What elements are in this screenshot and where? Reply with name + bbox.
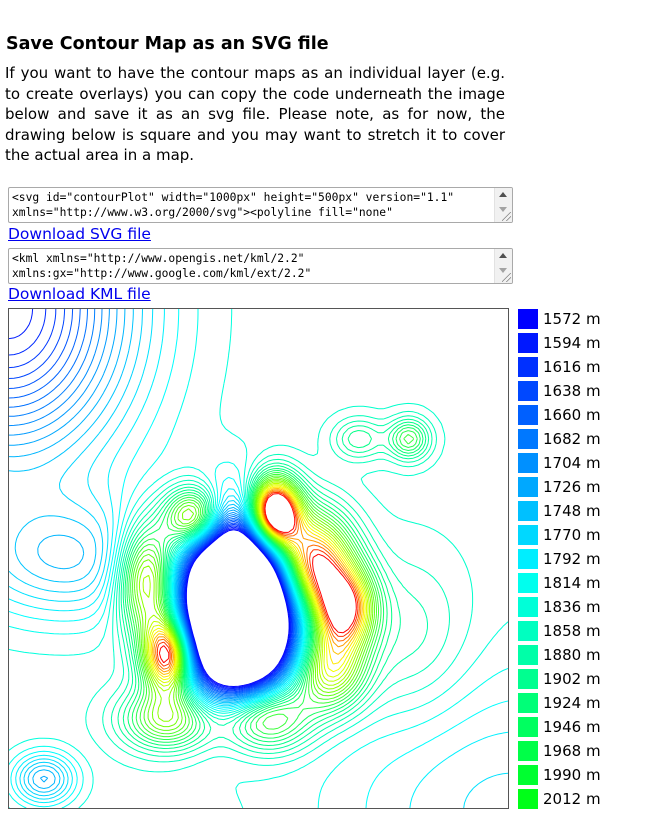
legend-item: 1572 m (518, 308, 658, 332)
legend-swatch (518, 525, 538, 545)
legend-item: 2012 m (518, 788, 658, 812)
kml-code-text: <kml xmlns="http://www.opengis.net/kml/2… (12, 251, 492, 281)
contour-line (9, 309, 508, 808)
legend-swatch (518, 477, 538, 497)
svg-code-text: <svg id="contourPlot" width="1000px" hei… (12, 190, 492, 220)
legend-label: 1572 m (543, 310, 601, 328)
legend-swatch (518, 597, 538, 617)
legend-swatch (518, 693, 538, 713)
legend-label: 1814 m (543, 574, 601, 592)
legend-swatch (518, 621, 538, 641)
legend-label: 1594 m (543, 334, 601, 352)
legend-swatch (518, 669, 538, 689)
legend-item: 1638 m (518, 380, 658, 404)
contour-line (9, 309, 301, 793)
intro-paragraph: If you want to have the contour maps as … (5, 64, 505, 164)
legend-label: 1638 m (543, 382, 601, 400)
legend-label: 1792 m (543, 550, 601, 568)
legend-swatch (518, 765, 538, 785)
contour-plot (8, 308, 509, 809)
legend-swatch (518, 405, 538, 425)
legend-label: 1990 m (543, 766, 601, 784)
kml-code-line-2: xmlns:gx="http://www.google.com/kml/ext/… (12, 267, 312, 280)
legend-item: 1836 m (518, 596, 658, 620)
legend-label: 1946 m (543, 718, 601, 736)
download-svg-link[interactable]: Download SVG file (8, 225, 151, 243)
legend-item: 1748 m (518, 500, 658, 524)
contour-line (102, 410, 450, 763)
legend-item: 1902 m (518, 668, 658, 692)
legend-item: 1682 m (518, 428, 658, 452)
svg-code-textarea[interactable]: <svg id="contourPlot" width="1000px" hei… (8, 187, 513, 223)
svg-code-line-1: <svg id="contourPlot" width="1000px" hei… (12, 191, 455, 204)
legend-swatch (518, 381, 538, 401)
legend-item: 1726 m (518, 476, 658, 500)
legend-swatch (518, 717, 538, 737)
contour-line (9, 309, 508, 808)
legend-item: 1946 m (518, 716, 658, 740)
legend-item: 1704 m (518, 452, 658, 476)
legend-label: 2012 m (543, 790, 601, 808)
scroll-up-arrow-icon[interactable] (499, 253, 507, 258)
legend-swatch (518, 333, 538, 353)
legend-label: 1726 m (543, 478, 601, 496)
legend-item: 1990 m (518, 764, 658, 788)
download-kml-link[interactable]: Download KML file (8, 285, 151, 303)
contour-plot-svg (9, 309, 508, 808)
legend-label: 1704 m (543, 454, 601, 472)
legend-label: 1836 m (543, 598, 601, 616)
legend-swatch (518, 573, 538, 593)
legend-item: 1770 m (518, 524, 658, 548)
legend-label: 1770 m (543, 526, 601, 544)
legend-item: 1880 m (518, 644, 658, 668)
resize-grip-icon[interactable] (502, 212, 511, 221)
legend-item: 1792 m (518, 548, 658, 572)
kml-code-line-1: <kml xmlns="http://www.opengis.net/kml/2… (12, 252, 305, 265)
svg-code-line-2: xmlns="http://www.w3.org/2000/svg"><poly… (12, 206, 393, 219)
legend-swatch (518, 453, 538, 473)
legend-label: 1660 m (543, 406, 601, 424)
legend-swatch (518, 357, 538, 377)
legend-item: 1616 m (518, 356, 658, 380)
legend-swatch (518, 645, 538, 665)
legend-item: 1858 m (518, 620, 658, 644)
legend-item: 1924 m (518, 692, 658, 716)
legend-swatch (518, 309, 538, 329)
legend-swatch (518, 429, 538, 449)
contour-line (9, 309, 302, 797)
legend-label: 1924 m (543, 694, 601, 712)
legend-label: 1858 m (543, 622, 601, 640)
kml-code-textarea[interactable]: <kml xmlns="http://www.opengis.net/kml/2… (8, 248, 513, 284)
legend-swatch (518, 501, 538, 521)
legend-item: 1594 m (518, 332, 658, 356)
legend-swatch (518, 789, 538, 809)
legend-label: 1902 m (543, 670, 601, 688)
legend-item: 1660 m (518, 404, 658, 428)
legend-label: 1682 m (543, 430, 601, 448)
contour-line (9, 309, 508, 808)
legend-swatch (518, 741, 538, 761)
legend-label: 1968 m (543, 742, 601, 760)
legend-label: 1748 m (543, 502, 601, 520)
legend-label: 1616 m (543, 358, 601, 376)
scroll-up-arrow-icon[interactable] (499, 192, 507, 197)
legend-item: 1814 m (518, 572, 658, 596)
legend-item: 1968 m (518, 740, 658, 764)
resize-grip-icon[interactable] (502, 273, 511, 282)
section-title: Save Contour Map as an SVG file (6, 34, 329, 54)
contour-line (9, 309, 508, 808)
legend-label: 1880 m (543, 646, 601, 664)
contour-line (9, 309, 508, 808)
legend-swatch (518, 549, 538, 569)
